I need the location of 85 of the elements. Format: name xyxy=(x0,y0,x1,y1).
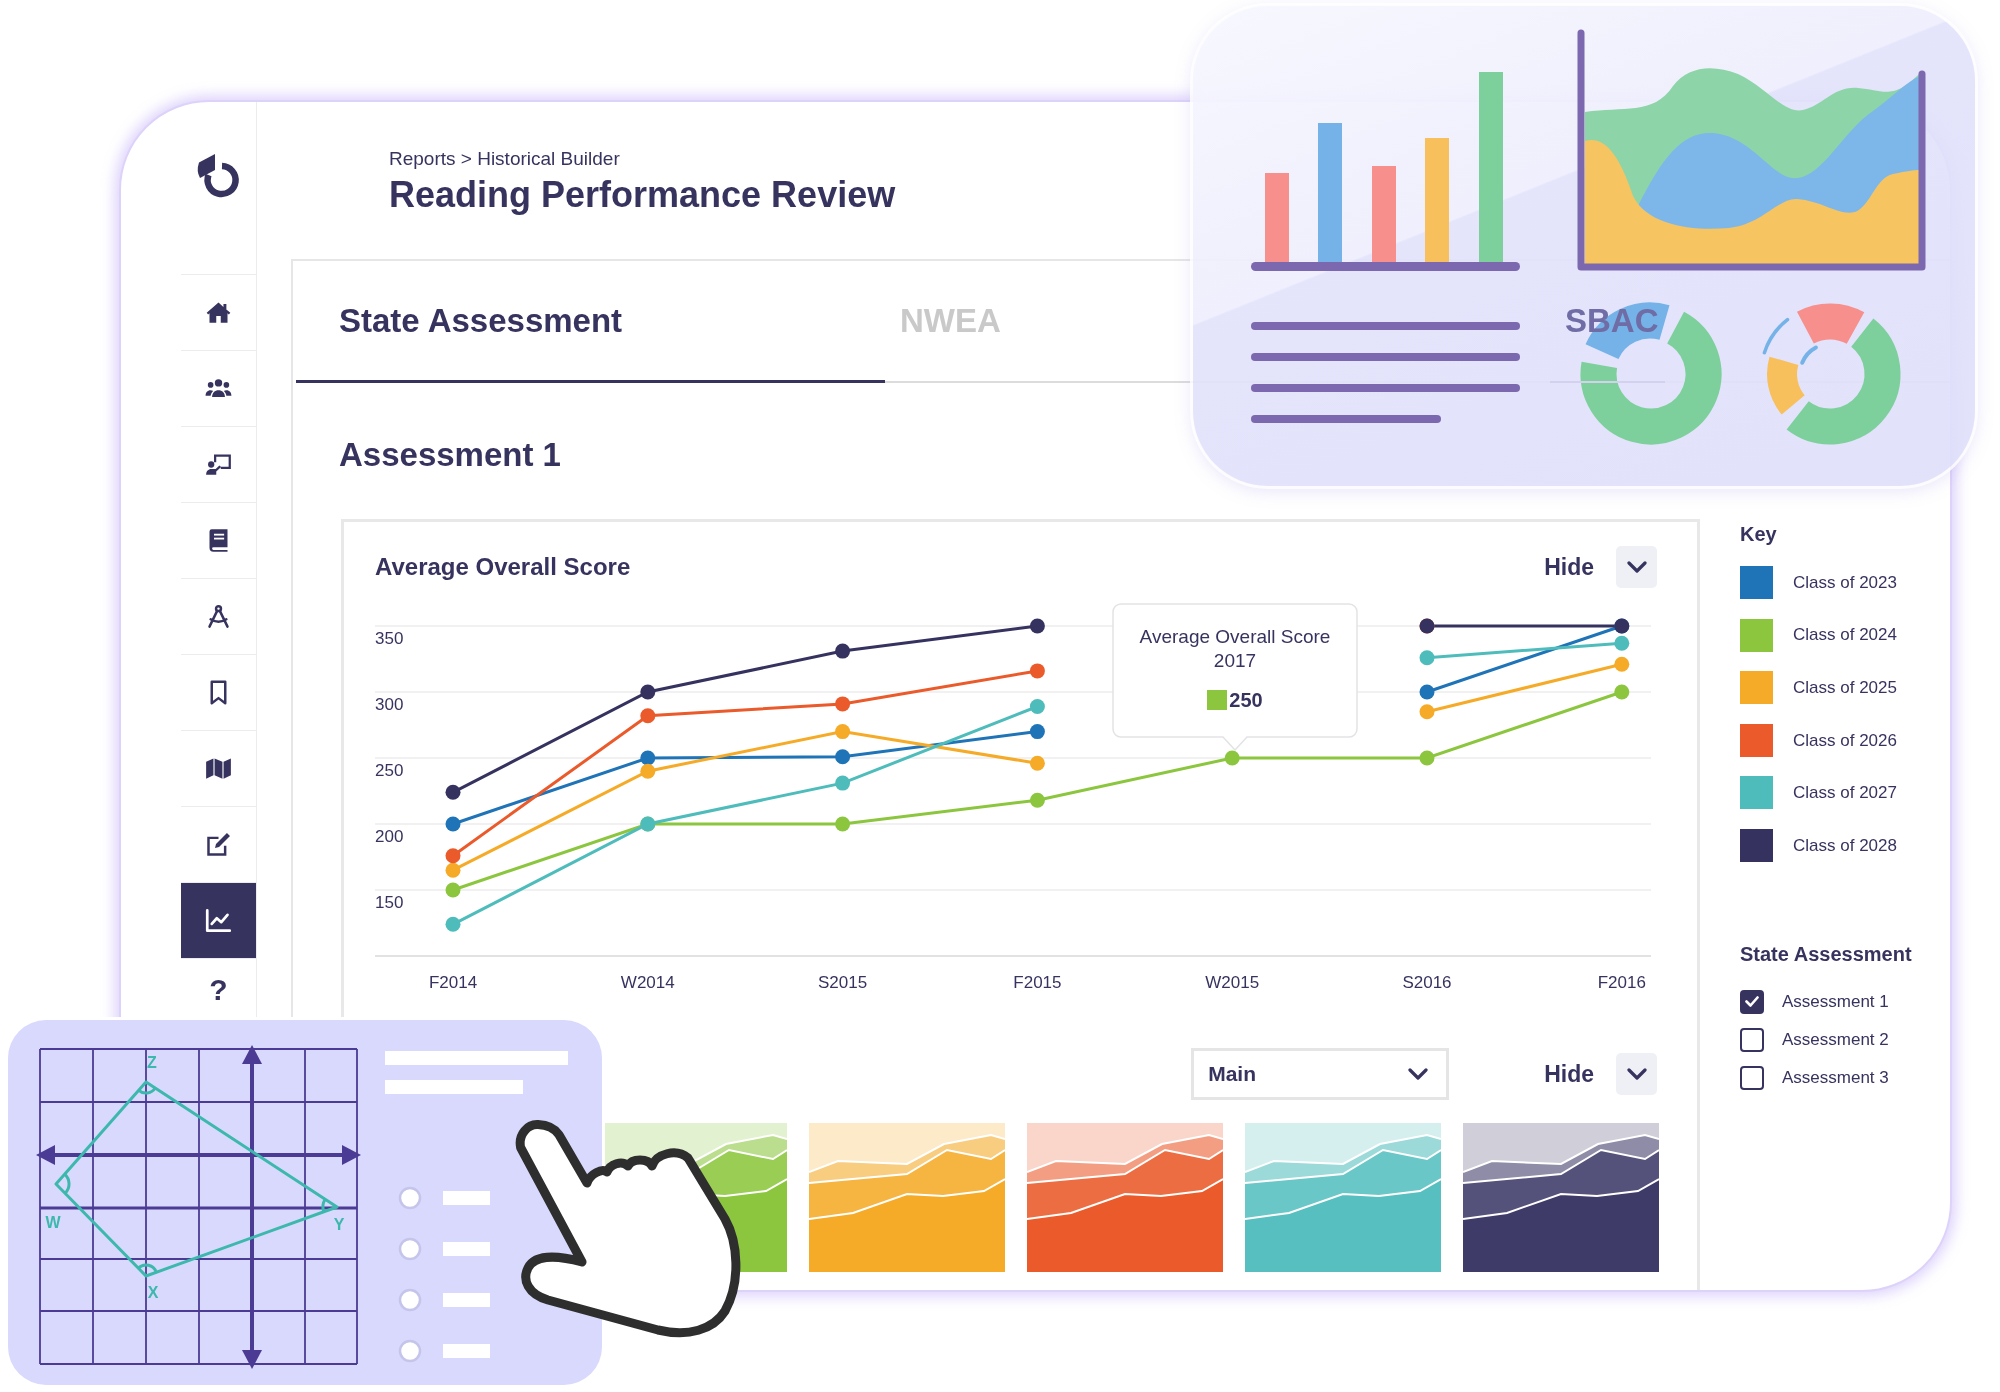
chart-title: Average Overall Score xyxy=(375,552,631,582)
arc-line xyxy=(1800,345,1818,365)
data-point xyxy=(1419,750,1435,766)
drafting-compass-icon xyxy=(205,603,232,630)
x-axis-label: F2015 xyxy=(1013,973,1062,992)
data-point xyxy=(445,882,461,898)
tooltip-value: 250 xyxy=(1229,688,1263,712)
x-axis-label: W2014 xyxy=(620,973,675,992)
checkbox-label[interactable]: Assessment 1 xyxy=(1782,989,1889,1015)
data-point xyxy=(445,848,461,864)
collapse-button[interactable] xyxy=(1616,1053,1657,1095)
chevron-down-icon xyxy=(1626,561,1647,573)
data-point xyxy=(640,684,656,700)
data-point xyxy=(835,816,851,832)
tab[interactable]: State Assessment xyxy=(296,261,885,383)
checkbox-label[interactable]: Assessment 2 xyxy=(1782,1027,1889,1053)
data-point xyxy=(1029,618,1045,634)
data-point xyxy=(640,750,656,766)
data-point xyxy=(835,643,851,659)
tooltip-title: Average Overall Score xyxy=(1139,625,1331,649)
data-point xyxy=(1029,724,1045,740)
section-title: Assessment 1 xyxy=(338,435,562,475)
hide-toggle[interactable]: Hide xyxy=(1544,1056,1594,1092)
data-point xyxy=(835,775,851,791)
home-icon xyxy=(205,299,232,326)
vertex-label: X xyxy=(147,1284,159,1301)
y-axis-label: 150 xyxy=(375,893,404,912)
data-point xyxy=(445,816,461,832)
y-axis-label: 350 xyxy=(375,629,404,648)
data-point xyxy=(445,916,461,932)
data-point xyxy=(1029,792,1045,808)
legend-label: Class of 2026 xyxy=(1793,729,1897,752)
line-chart-icon xyxy=(205,907,232,934)
checkbox[interactable] xyxy=(1740,1065,1764,1090)
x-axis-label: F2016 xyxy=(1597,973,1646,992)
data-point xyxy=(1614,656,1630,672)
x-axis-label: S2015 xyxy=(818,973,868,992)
legend-label: Class of 2027 xyxy=(1793,782,1897,805)
legend-label: Class of 2024 xyxy=(1793,624,1897,647)
data-point xyxy=(1614,684,1630,700)
collapse-button[interactable] xyxy=(1616,546,1657,588)
data-point xyxy=(835,749,851,765)
x-axis-label: F2014 xyxy=(428,973,478,992)
edit-icon xyxy=(205,831,232,858)
y-axis-label: 200 xyxy=(375,827,404,846)
vertex-label: Z xyxy=(147,1054,157,1071)
x-axis-label: S2016 xyxy=(1402,973,1452,992)
vertex-label: W xyxy=(45,1214,61,1231)
data-point xyxy=(1419,684,1435,700)
y-axis-label: 300 xyxy=(375,695,404,714)
arc-line xyxy=(1762,317,1790,355)
filter-title: State Assessment xyxy=(1740,941,1912,966)
hide-toggle[interactable]: Hide xyxy=(1544,549,1594,585)
checkbox[interactable] xyxy=(1740,989,1764,1014)
data-point xyxy=(640,708,656,724)
data-point xyxy=(835,724,851,740)
check-icon xyxy=(1745,996,1759,1008)
data-point xyxy=(1614,635,1630,651)
data-point xyxy=(640,763,656,779)
data-point xyxy=(1029,663,1045,679)
vertex-label: Y xyxy=(333,1216,345,1233)
data-point xyxy=(445,784,461,800)
nav-item[interactable] xyxy=(181,882,256,958)
legend-label: Class of 2028 xyxy=(1793,834,1897,857)
data-point xyxy=(1029,755,1045,771)
legend-label: Class of 2023 xyxy=(1793,571,1897,594)
dropdown[interactable]: Main xyxy=(1191,1048,1450,1100)
y-axis-label: 250 xyxy=(375,761,404,780)
chevron-down-icon xyxy=(1626,1068,1647,1080)
data-point xyxy=(1419,650,1435,666)
data-point xyxy=(445,862,461,878)
key-title: Key xyxy=(1740,522,1778,546)
data-point xyxy=(1029,699,1045,714)
breadcrumb: Reports > Historical Builder xyxy=(389,147,621,171)
data-point xyxy=(1419,704,1435,720)
page-title: Reading Performance Review xyxy=(389,174,897,216)
x-axis-label: W2015 xyxy=(1205,973,1260,992)
teacher-board-icon xyxy=(205,451,232,478)
checkbox-label[interactable]: Assessment 3 xyxy=(1782,1065,1889,1091)
checkbox[interactable] xyxy=(1740,1027,1764,1052)
chevron-down-icon xyxy=(1408,1068,1429,1080)
data-point xyxy=(835,696,851,712)
legend-label: Class of 2025 xyxy=(1793,676,1897,699)
data-point xyxy=(1224,750,1240,766)
tooltip-period: 2017 xyxy=(1213,649,1257,673)
